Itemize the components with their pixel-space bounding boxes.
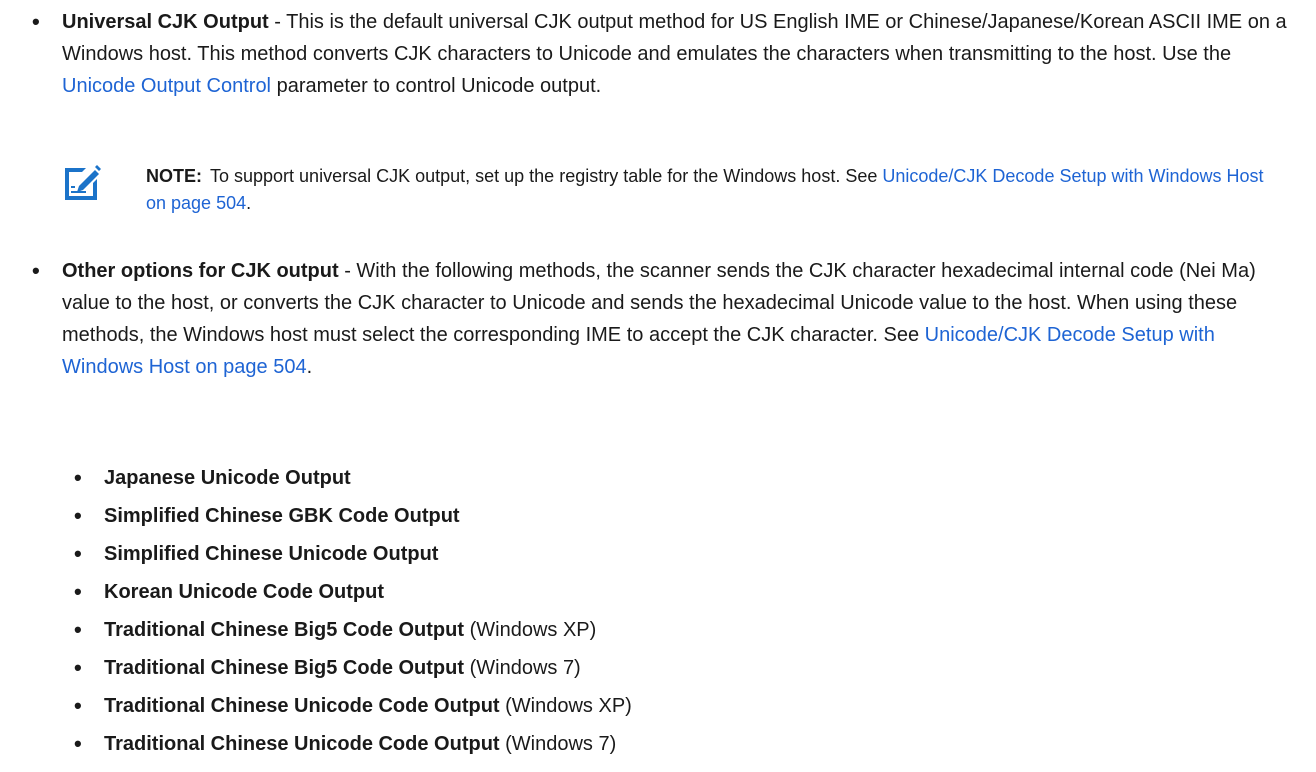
bullet-mark: • — [74, 617, 82, 642]
unicode-output-control-link[interactable]: Unicode Output Control — [62, 75, 271, 97]
bullet-mark: • — [32, 258, 40, 283]
list-item: • Traditional Chinese Unicode Code Outpu… — [0, 690, 1316, 722]
bullet-mark: • — [74, 693, 82, 718]
note-text-1: To support universal CJK output, set up … — [210, 166, 883, 186]
universal-title: Universal CJK Output — [62, 11, 269, 33]
document-page: • Universal CJK Output - This is the def… — [0, 0, 1316, 772]
bullet-mark: • — [74, 579, 82, 604]
note-text-2: . — [246, 193, 252, 213]
list-item-suffix: (Windows XP) — [499, 695, 632, 717]
universal-text-2: parameter to control Unicode output. — [271, 75, 602, 97]
other-title: Other options for CJK output — [62, 260, 339, 282]
note-text: NOTE: To support universal CJK output, se… — [146, 163, 1286, 217]
list-item-title: Traditional Chinese Big5 Code Output — [104, 619, 465, 641]
list-item-title: Korean Unicode Code Output — [104, 581, 384, 603]
list-item-title: Japanese Unicode Output — [104, 467, 351, 489]
list-item-title: Simplified Chinese Unicode Output — [104, 543, 439, 565]
list-item-suffix: (Windows XP) — [464, 619, 597, 641]
bullet-mark: • — [74, 731, 82, 756]
note-block: NOTE: To support universal CJK output, se… — [62, 163, 1292, 229]
list-item-title: Traditional Chinese Big5 Code Output — [104, 657, 465, 679]
list-item: • Simplified Chinese GBK Code Output — [0, 500, 1316, 532]
bullet-mark: • — [74, 503, 82, 528]
note-label: NOTE: — [146, 166, 202, 186]
list-item-title: Traditional Chinese Unicode Code Output — [104, 733, 500, 755]
list-item: • Traditional Chinese Unicode Code Outpu… — [0, 728, 1316, 760]
bullet-mark: • — [74, 541, 82, 566]
list-item-suffix: (Windows 7) — [499, 733, 617, 755]
universal-paragraph: Universal CJK Output - This is the defau… — [62, 6, 1292, 102]
list-item-title: Traditional Chinese Unicode Code Output — [104, 695, 500, 717]
list-item: • Traditional Chinese Big5 Code Output (… — [0, 614, 1316, 646]
list-item: • Simplified Chinese Unicode Output — [0, 538, 1316, 570]
bullet-mark: • — [74, 465, 82, 490]
bullet-mark: • — [74, 655, 82, 680]
note-pencil-icon — [65, 165, 101, 200]
bullet-mark: • — [32, 9, 40, 34]
list-item: • Traditional Chinese Big5 Code Output (… — [0, 652, 1316, 684]
list-item: • Korean Unicode Code Output — [0, 576, 1316, 608]
other-text-2: . — [306, 356, 313, 378]
list-item: • Japanese Unicode Output — [0, 462, 1316, 494]
list-item-suffix: (Windows 7) — [464, 657, 581, 679]
other-paragraph: Other options for CJK output - With the … — [62, 255, 1292, 383]
list-item-title: Simplified Chinese GBK Code Output — [104, 505, 460, 527]
